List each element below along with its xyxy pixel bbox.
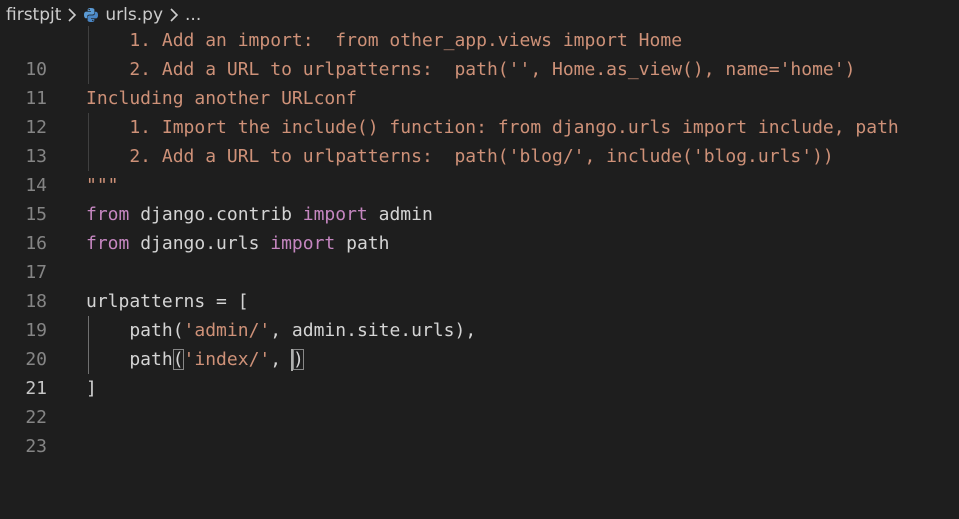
name-token: path — [335, 233, 390, 254]
code-line: 13 1. Import the include() function: fro… — [0, 113, 959, 167]
name-token: admin — [367, 204, 433, 225]
code-line-current: 21 path('index/', ) — [0, 345, 959, 399]
code-line: 10 1. Add an import: from other_app.view… — [0, 26, 959, 80]
code-text: from django.contrib import admin — [86, 200, 433, 229]
module-token: django.contrib — [129, 204, 303, 225]
matching-bracket-open: ( — [172, 349, 184, 370]
code-text: 2. Add a URL to urlpatterns: path('', Ho… — [86, 59, 856, 80]
code-text: from django.urls import path — [86, 229, 389, 258]
code-line: 23 — [0, 403, 959, 457]
breadcrumb-more[interactable]: ... — [185, 5, 201, 25]
string-token: 'admin/' — [183, 320, 271, 341]
code-text: path('index/', ) — [86, 345, 304, 374]
code-text: Including another URLconf — [86, 88, 357, 109]
code-text: 1. Import the include() function: from d… — [86, 117, 899, 138]
code-line: 12 Including another URLconf — [0, 84, 959, 138]
code-line: 19 urlpatterns = [ — [0, 287, 959, 341]
code-text: path('admin/', admin.site.urls), — [86, 316, 476, 345]
code-token: , admin.site.urls), — [270, 320, 477, 341]
matching-bracket-close: ) — [292, 349, 304, 370]
breadcrumb-file[interactable]: urls.py — [83, 5, 163, 25]
code-text: 2. Add a URL to urlpatterns: path('blog/… — [86, 146, 834, 167]
code-editor[interactable]: 10 1. Add an import: from other_app.view… — [0, 26, 959, 457]
code-line: 15 """ — [0, 171, 959, 225]
code-line: 14 2. Add a URL to urlpatterns: path('bl… — [0, 142, 959, 196]
code-line: 18 — [0, 258, 959, 312]
code-text: urlpatterns = [ — [86, 291, 249, 312]
code-line: 22 ] — [0, 374, 959, 428]
code-text: 1. Add an import: from other_app.views i… — [86, 30, 683, 51]
code-token: path( — [86, 320, 184, 341]
line-number: 23 — [25, 436, 47, 457]
code-line: 11 2. Add a URL to urlpatterns: path('',… — [0, 55, 959, 109]
code-line: 16 from django.contrib import admin — [0, 200, 959, 254]
module-token: django.urls — [129, 233, 271, 254]
chevron-right-icon — [169, 8, 179, 22]
code-text: ] — [86, 378, 97, 399]
keyword-token: import — [270, 233, 336, 254]
python-icon — [83, 7, 99, 23]
breadcrumb-file-label: urls.py — [105, 5, 164, 25]
code-line: 17 from django.urls import path — [0, 229, 959, 283]
code-text: """ — [86, 175, 119, 196]
code-line: 20 path('admin/', admin.site.urls), — [0, 316, 959, 370]
keyword-token: import — [302, 204, 368, 225]
keyword-token: from — [86, 204, 130, 225]
code-token: , — [270, 349, 292, 370]
chevron-right-icon — [67, 8, 77, 22]
breadcrumb-folder[interactable]: firstpjt — [0, 5, 61, 25]
string-token: 'index/' — [183, 349, 271, 370]
keyword-token: from — [86, 233, 130, 254]
code-token: path — [86, 349, 173, 370]
